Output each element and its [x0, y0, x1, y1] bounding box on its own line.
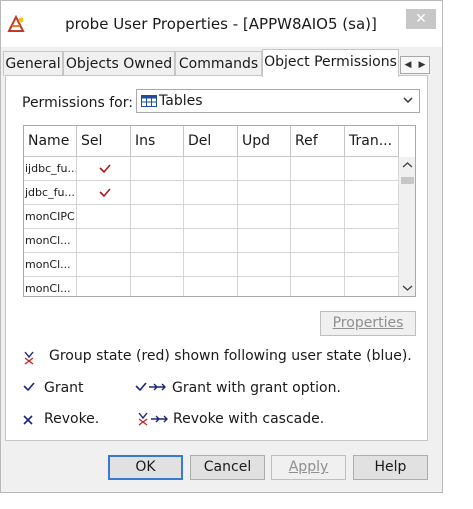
grant-check-icon [99, 188, 111, 198]
grid-name-cell[interactable]: monCIPC [24, 205, 77, 229]
grid-ref-cell[interactable] [291, 229, 345, 253]
revoke-icon [23, 415, 33, 425]
column-header-tran[interactable]: Tran... [345, 126, 399, 157]
grid-tran-cell[interactable] [345, 277, 399, 296]
close-button[interactable]: ✕ [406, 9, 436, 29]
table-icon [141, 95, 157, 107]
grid-sel-cell[interactable] [77, 181, 131, 205]
chevron-down-icon [403, 97, 413, 104]
grid-name-cell[interactable]: jdbc_fu... [24, 181, 77, 205]
grid-upd-cell[interactable] [238, 253, 291, 277]
properties-button-label: Properties [332, 315, 404, 331]
properties-button[interactable]: Properties [320, 311, 416, 336]
tab-objects-owned[interactable]: Objects Owned [63, 51, 175, 76]
grant-icon [23, 382, 35, 392]
grid-del-cell[interactable] [184, 229, 238, 253]
grid-del-cell[interactable] [184, 181, 238, 205]
column-header-name[interactable]: Name [24, 126, 77, 157]
grid-del-cell[interactable] [184, 157, 238, 181]
grid-name-cell[interactable]: monCl... [24, 253, 77, 277]
tab-commands[interactable]: Commands [175, 51, 262, 76]
group-state-icon [24, 351, 34, 365]
column-header-upd[interactable]: Upd [238, 126, 291, 157]
grid-name-cell[interactable]: monCl... [24, 277, 77, 296]
title-bar: probe User Properties - [APPW8AIO5 (sa)]… [1, 1, 442, 47]
app-icon [7, 14, 25, 32]
column-header-del[interactable]: Del [184, 126, 238, 157]
grid-sel-cell[interactable] [77, 277, 131, 296]
grid-tran-cell[interactable] [345, 229, 399, 253]
scroll-thumb[interactable] [401, 177, 414, 184]
grid-sel-cell[interactable] [77, 253, 131, 277]
grid-ref-cell[interactable] [291, 253, 345, 277]
grid-tran-cell[interactable] [345, 157, 399, 181]
revoke-text: Revoke. [44, 411, 100, 427]
grant-check-icon [99, 164, 111, 174]
grid-upd-cell[interactable] [238, 205, 291, 229]
object-permissions-panel: Permissions for: Tables Name Sel Ins Del… [5, 75, 428, 441]
scroll-down-icon[interactable] [399, 283, 416, 293]
revoke-cascade-text: Revoke with cascade. [173, 411, 325, 427]
tab-scroll-right-icon[interactable]: ▶ [415, 59, 429, 71]
grid-ref-cell[interactable] [291, 205, 345, 229]
vertical-scrollbar[interactable] [399, 157, 416, 296]
tab-scroll-left-icon[interactable]: ◀ [401, 59, 415, 71]
revoke-cascade-icon [138, 412, 168, 426]
grant-text: Grant [44, 380, 84, 396]
grid-ref-cell[interactable] [291, 157, 345, 181]
grid-ins-cell[interactable] [131, 157, 184, 181]
grid-ins-cell[interactable] [131, 277, 184, 296]
object-type-select[interactable]: Tables [136, 89, 420, 113]
user-properties-dialog: probe User Properties - [APPW8AIO5 (sa)]… [0, 0, 443, 493]
grid-upd-cell[interactable] [238, 229, 291, 253]
grid-name-cell[interactable]: ijdbc_fu... [24, 157, 77, 181]
grid-upd-cell[interactable] [238, 181, 291, 205]
grid-tran-cell[interactable] [345, 253, 399, 277]
grid-tran-cell[interactable] [345, 205, 399, 229]
group-state-text: Group state (red) shown following user s… [49, 348, 412, 364]
cancel-button[interactable]: Cancel [190, 455, 265, 480]
tab-general[interactable]: General [3, 51, 63, 76]
grid-ins-cell[interactable] [131, 181, 184, 205]
grid-sel-cell[interactable] [77, 205, 131, 229]
grid-ins-cell[interactable] [131, 253, 184, 277]
grid-name-cell[interactable]: monCl... [24, 229, 77, 253]
grid-upd-cell[interactable] [238, 157, 291, 181]
scroll-up-icon[interactable] [399, 160, 416, 170]
grid-tran-cell[interactable] [345, 181, 399, 205]
permissions-grid: Name Sel Ins Del Upd Ref Tran... ijdbc_f… [23, 125, 416, 297]
grid-del-cell[interactable] [184, 277, 238, 296]
apply-button[interactable]: Apply [271, 455, 346, 480]
permissions-for-label: Permissions for: [22, 95, 133, 111]
column-header-ref[interactable]: Ref [291, 126, 345, 157]
column-header-sel[interactable]: Sel [77, 126, 131, 157]
grant-with-option-text: Grant with grant option. [172, 380, 341, 396]
tab-object-permissions[interactable]: Object Permissions [262, 49, 399, 77]
ok-button[interactable]: OK [108, 455, 183, 480]
window-title: probe User Properties - [APPW8AIO5 (sa)] [65, 15, 377, 33]
grid-ref-cell[interactable] [291, 181, 345, 205]
apply-button-label: Apply [288, 459, 329, 475]
tab-scroll-buttons: ◀ ▶ [400, 56, 430, 74]
grid-ref-cell[interactable] [291, 277, 345, 296]
grid-ins-cell[interactable] [131, 229, 184, 253]
column-header-ins[interactable]: Ins [131, 126, 184, 157]
help-button[interactable]: Help [353, 455, 428, 480]
grid-sel-cell[interactable] [77, 229, 131, 253]
grid-ins-cell[interactable] [131, 205, 184, 229]
grid-sel-cell[interactable] [77, 157, 131, 181]
grid-del-cell[interactable] [184, 253, 238, 277]
grid-upd-cell[interactable] [238, 277, 291, 296]
object-type-value: Tables [159, 93, 203, 109]
grant-with-option-icon [135, 382, 166, 392]
grid-del-cell[interactable] [184, 205, 238, 229]
tab-strip: General Objects Owned Commands Object Pe… [1, 49, 442, 77]
